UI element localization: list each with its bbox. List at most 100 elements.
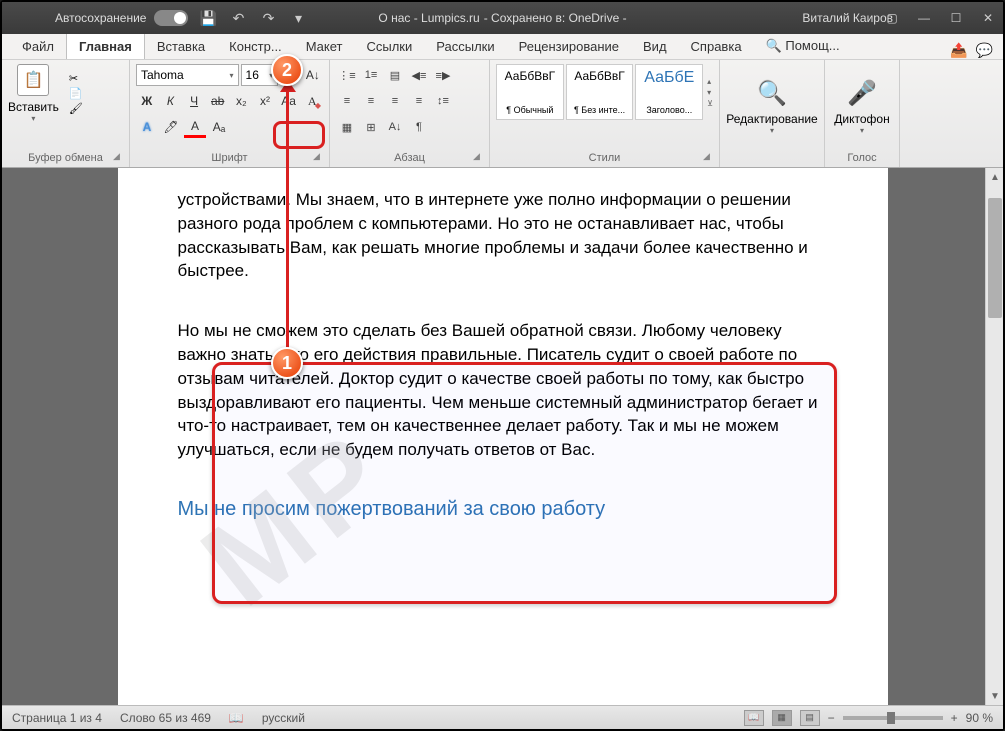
group-label-paragraph: Абзац — [330, 152, 489, 164]
tab-mailings[interactable]: Рассылки — [424, 34, 506, 59]
styles-launcher[interactable]: ◢ — [703, 151, 715, 163]
superscript-button[interactable]: x² — [254, 90, 276, 112]
redo-icon[interactable]: ↷ — [258, 8, 278, 28]
text-effects-button[interactable]: A — [136, 116, 158, 138]
clipboard-group: 📋 Вставить ▾ ✂ 📄 🖌 Буфер обмена ◢ — [2, 60, 130, 167]
paragraph-launcher[interactable]: ◢ — [473, 151, 485, 163]
tab-references[interactable]: Ссылки — [354, 34, 424, 59]
status-words[interactable]: Слово 65 из 469 — [120, 711, 211, 725]
dictate-icon[interactable]: 🎤 — [847, 79, 877, 108]
italic-button[interactable]: К — [160, 90, 182, 112]
paste-button[interactable]: Вставить — [8, 100, 59, 114]
autosave-toggle[interactable] — [154, 10, 188, 26]
minimize-button[interactable]: — — [909, 2, 939, 34]
voice-group: 🎤 Диктофон ▾ Голос — [825, 60, 900, 167]
font-name-selector[interactable]: Tahoma▾ — [136, 64, 239, 86]
line-spacing-button[interactable]: ↕≡ — [432, 90, 454, 112]
decrease-indent-button[interactable]: ◀≡ — [408, 64, 430, 86]
style-normal[interactable]: АаБбВвГ ¶ Обычный — [496, 64, 564, 120]
tab-file[interactable]: Файл — [10, 34, 66, 59]
callout-1: 1 — [271, 347, 303, 379]
tab-help[interactable]: Справка — [679, 34, 754, 59]
strikethrough-button[interactable]: ab — [207, 90, 229, 112]
title-bar: Автосохранение 💾 ↶ ↷ ▾ О нас - Lumpics.r… — [2, 2, 1003, 34]
paste-icon[interactable]: 📋 — [17, 64, 49, 96]
highlight-button[interactable]: 🖊 — [160, 116, 182, 138]
web-layout-icon[interactable]: ▤ — [800, 710, 820, 726]
cut-icon[interactable]: ✂ — [69, 72, 83, 85]
tab-layout[interactable]: Макет — [294, 34, 355, 59]
editing-group: 🔍 Редактирование ▾ — [720, 60, 825, 167]
document-title: О нас - Lumpics.ru — [378, 11, 479, 25]
group-label-clipboard: Буфер обмена — [2, 152, 129, 164]
styles-down-icon[interactable]: ▾ — [707, 88, 713, 97]
autosave-label: Автосохранение — [55, 11, 146, 25]
status-page[interactable]: Страница 1 из 4 — [12, 711, 102, 725]
font-color-button[interactable]: A — [184, 116, 206, 138]
tab-home[interactable]: Главная — [66, 33, 145, 59]
underline-button[interactable]: Ч — [183, 90, 205, 112]
borders-button[interactable]: ⊞ — [360, 116, 382, 138]
tab-review[interactable]: Рецензирование — [507, 34, 631, 59]
align-right-button[interactable]: ≡ — [384, 90, 406, 112]
comments-icon[interactable]: 💬 — [976, 42, 993, 59]
status-proofing-icon[interactable]: 📖 — [229, 711, 244, 725]
zoom-level[interactable]: 90 % — [966, 711, 993, 725]
scroll-up-icon[interactable]: ▲ — [986, 168, 1004, 186]
styles-up-icon[interactable]: ▴ — [707, 77, 713, 86]
find-icon[interactable]: 🔍 — [757, 79, 787, 108]
subscript-button[interactable]: x₂ — [231, 90, 253, 112]
annotation-highlight-box — [273, 121, 325, 149]
style-no-spacing[interactable]: АаБбВвГ ¶ Без инте... — [566, 64, 634, 120]
format-painter-icon[interactable]: 🖌 — [69, 102, 83, 115]
show-marks-button[interactable]: ¶ — [408, 116, 430, 138]
saved-location: - Сохранено в: OneDrive - — [484, 11, 627, 25]
zoom-out-button[interactable]: − — [828, 711, 835, 725]
styles-more-icon[interactable]: ⊻ — [707, 99, 713, 108]
copy-icon[interactable]: 📄 — [69, 87, 83, 100]
multilevel-button[interactable]: ▤ — [384, 64, 406, 86]
sort-button[interactable]: A↓ — [384, 116, 406, 138]
qat-customize-icon[interactable]: ▾ — [288, 8, 308, 28]
zoom-in-button[interactable]: + — [951, 711, 958, 725]
numbering-button[interactable]: 1≡ — [360, 64, 382, 86]
increase-indent-button[interactable]: ≡▶ — [432, 64, 454, 86]
tab-search[interactable]: 🔍 Помощ... — [754, 33, 852, 59]
tab-view[interactable]: Вид — [631, 34, 679, 59]
shrink-font-icon[interactable]: A↓ — [303, 64, 323, 86]
align-left-button[interactable]: ≡ — [336, 90, 358, 112]
ribbon-options-icon[interactable]: ▢ — [877, 2, 907, 34]
undo-icon[interactable]: ↶ — [228, 8, 248, 28]
align-center-button[interactable]: ≡ — [360, 90, 382, 112]
status-language[interactable]: русский — [262, 711, 305, 725]
print-layout-icon[interactable]: ▦ — [772, 710, 792, 726]
style-heading[interactable]: АаБбЕ Заголово... — [635, 64, 703, 120]
char-shading-button[interactable]: Aₐ — [208, 116, 230, 138]
annotation-selection-box — [212, 362, 837, 604]
shading-button[interactable]: ▦ — [336, 116, 358, 138]
save-icon[interactable]: 💾 — [198, 8, 218, 28]
bold-button[interactable]: Ж — [136, 90, 158, 112]
status-bar: Страница 1 из 4 Слово 65 из 469 📖 русски… — [2, 705, 1003, 729]
font-launcher[interactable]: ◢ — [313, 151, 325, 163]
scroll-thumb[interactable] — [988, 198, 1002, 318]
styles-group: АаБбВвГ ¶ Обычный АаБбВвГ ¶ Без инте... … — [490, 60, 720, 167]
bullets-button[interactable]: ⋮≡ — [336, 64, 358, 86]
tab-insert[interactable]: Вставка — [145, 34, 217, 59]
scroll-down-icon[interactable]: ▼ — [986, 687, 1004, 705]
group-label-voice: Голос — [825, 152, 899, 164]
read-mode-icon[interactable]: 📖 — [744, 710, 764, 726]
vertical-scrollbar[interactable]: ▲ ▼ — [985, 168, 1003, 705]
share-icon[interactable]: 📤 — [950, 42, 967, 59]
clear-formatting-button[interactable]: A◆ — [301, 90, 323, 112]
justify-button[interactable]: ≡ — [408, 90, 430, 112]
maximize-button[interactable]: ☐ — [941, 2, 971, 34]
close-button[interactable]: ✕ — [973, 2, 1003, 34]
zoom-slider[interactable] — [843, 716, 943, 720]
clipboard-launcher[interactable]: ◢ — [113, 151, 125, 163]
editing-button[interactable]: Редактирование — [726, 112, 817, 126]
dictate-button[interactable]: Диктофон — [834, 112, 889, 126]
callout-2: 2 — [271, 54, 303, 86]
ribbon: 📋 Вставить ▾ ✂ 📄 🖌 Буфер обмена ◢ Tahoma… — [2, 60, 1003, 168]
group-label-font: Шрифт — [130, 152, 329, 164]
